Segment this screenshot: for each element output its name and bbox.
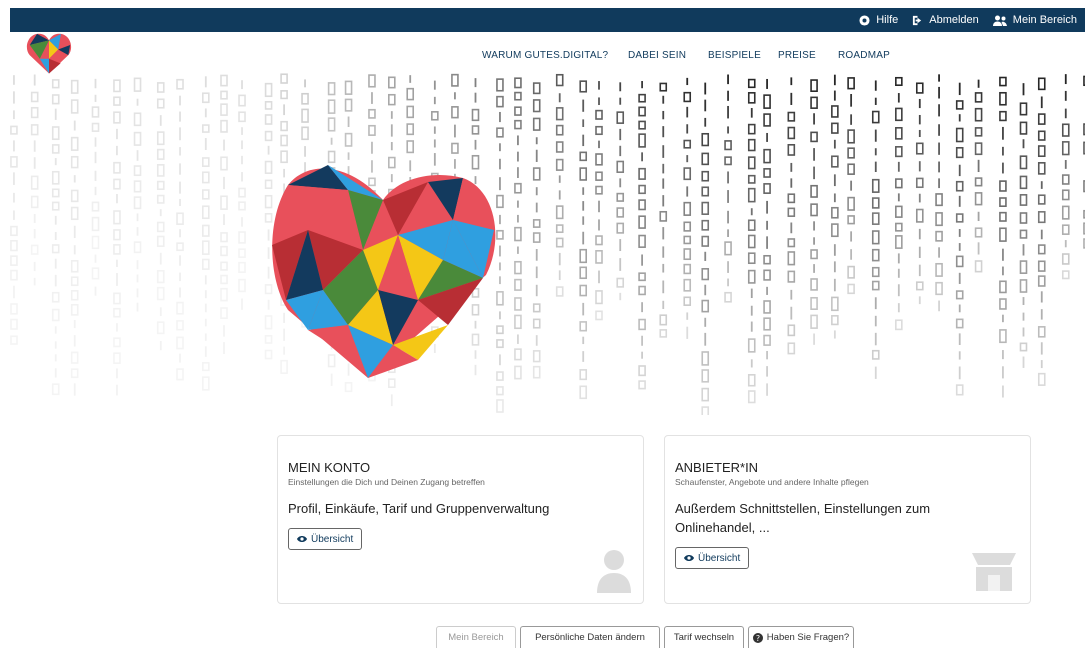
eye-icon	[684, 555, 694, 561]
nav-item-roadmap[interactable]: ROADMAP	[838, 50, 890, 61]
provider-card-title: ANBIETER*IN	[675, 460, 759, 475]
help-link[interactable]: Hilfe	[859, 14, 898, 26]
provider-overview-label: Übersicht	[698, 552, 741, 564]
nav-item-why[interactable]: WARUM GUTES.DIGITAL?	[482, 50, 608, 61]
hero-heart-illustration	[272, 165, 496, 378]
my-area-link[interactable]: Mein Bereich	[992, 14, 1077, 26]
users-icon	[992, 15, 1007, 26]
eye-icon	[297, 536, 307, 542]
svg-text:?: ?	[756, 634, 760, 643]
footer-link-my-area[interactable]: Mein Bereich	[436, 626, 516, 648]
help-icon	[859, 14, 870, 26]
logout-link[interactable]: Abmelden	[912, 14, 979, 26]
question-icon: ?	[752, 632, 763, 643]
account-overview-button[interactable]: Übersicht	[288, 528, 363, 550]
help-label: Hilfe	[876, 14, 899, 26]
store-icon	[972, 553, 1016, 591]
provider-card-subtitle: Schaufenster, Angebote und andere Inhalt…	[675, 477, 869, 487]
logout-icon	[913, 15, 922, 25]
logout-label: Abmelden	[929, 14, 979, 26]
footer-links: Mein Bereich Persönliche Daten ändern Ta…	[0, 626, 1085, 648]
account-card-title: MEIN KONTO	[288, 460, 371, 475]
account-card: MEIN KONTO Einstellungen die Dich und De…	[277, 435, 644, 604]
footer-link-change-plan[interactable]: Tarif wechseln	[664, 626, 744, 648]
footer-link-personal-data[interactable]: Persönliche Daten ändern	[520, 626, 660, 648]
user-icon	[597, 550, 631, 593]
nav-item-prices[interactable]: PREISE	[778, 50, 816, 61]
account-card-subtitle: Einstellungen die Dich und Deinen Zugang…	[288, 477, 485, 487]
footer-link-questions[interactable]: ? Haben Sie Fragen?	[748, 626, 854, 648]
binary-rain-decoration	[10, 73, 1085, 415]
nav-item-join[interactable]: DABEI SEIN	[628, 50, 686, 61]
my-area-label: Mein Bereich	[1012, 14, 1077, 26]
top-bar: Hilfe Abmelden Mein Bereich	[10, 8, 1085, 32]
account-card-description: Profil, Einkäufe, Tarif und Gruppenverwa…	[288, 501, 550, 516]
nav-item-examples[interactable]: BEISPIELE	[708, 50, 761, 61]
provider-card: ANBIETER*IN Schaufenster, Angebote und a…	[664, 435, 1031, 604]
footer-link-questions-label: Haben Sie Fragen?	[766, 632, 850, 643]
main-nav: WARUM GUTES.DIGITAL? DABEI SEIN BEISPIEL…	[0, 50, 1085, 66]
account-overview-label: Übersicht	[311, 533, 354, 545]
provider-card-description: Außerdem Schnittstellen, Einstellungen z…	[675, 501, 931, 535]
provider-overview-button[interactable]: Übersicht	[675, 547, 750, 569]
